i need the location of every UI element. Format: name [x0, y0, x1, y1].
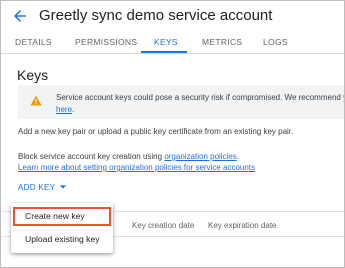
tab-details[interactable]: DETAILS [15, 37, 52, 47]
keys-table-header: Key creation date Key expiration date [111, 214, 344, 234]
tab-permissions[interactable]: PERMISSIONS [75, 37, 137, 47]
org-policies-link[interactable]: organization policies [164, 152, 237, 161]
warning-link-suffix: . [72, 105, 75, 114]
add-key-description: Add a new key pair or upload a public ke… [18, 127, 294, 136]
menu-item-create-new-key[interactable]: Create new key [13, 207, 111, 226]
section-heading: Keys [17, 67, 49, 83]
menu-item-label: Create new key [25, 211, 85, 221]
block-text: Block service account key creation using [18, 152, 163, 161]
add-key-label: ADD KEY [18, 182, 56, 192]
org-policy-text: Block service account key creation using… [18, 152, 256, 172]
tab-metrics[interactable]: METRICS [202, 37, 242, 47]
warning-icon [30, 95, 42, 106]
menu-item-label: Upload existing key [25, 234, 100, 244]
dropdown-caret-icon [60, 185, 67, 189]
tab-logs[interactable]: LOGS [263, 37, 288, 47]
page-header: Greetly sync demo service account [1, 1, 344, 31]
warning-banner: Service account keys could pose a securi… [18, 85, 345, 119]
warning-link[interactable]: here [56, 105, 72, 114]
arrow-back-icon[interactable] [11, 7, 29, 25]
learn-more-link[interactable]: Learn more about setting organization po… [18, 163, 255, 172]
col-key-creation-date[interactable]: Key creation date [132, 221, 194, 230]
add-key-button[interactable]: ADD KEY [18, 180, 67, 194]
page-title: Greetly sync demo service account [39, 7, 273, 24]
app-window: Greetly sync demo service account DETAIL… [0, 0, 345, 268]
menu-item-upload-existing-key[interactable]: Upload existing key [13, 230, 111, 249]
add-key-menu: Create new key Upload existing key [11, 203, 113, 253]
col-key-expiration-date[interactable]: Key expiration date [208, 221, 277, 230]
warning-message: Service account keys could pose a securi… [56, 93, 345, 102]
active-tab-indicator [141, 51, 187, 53]
warning-text: Service account keys could pose a securi… [56, 92, 345, 116]
tab-keys[interactable]: KEYS [154, 37, 178, 47]
